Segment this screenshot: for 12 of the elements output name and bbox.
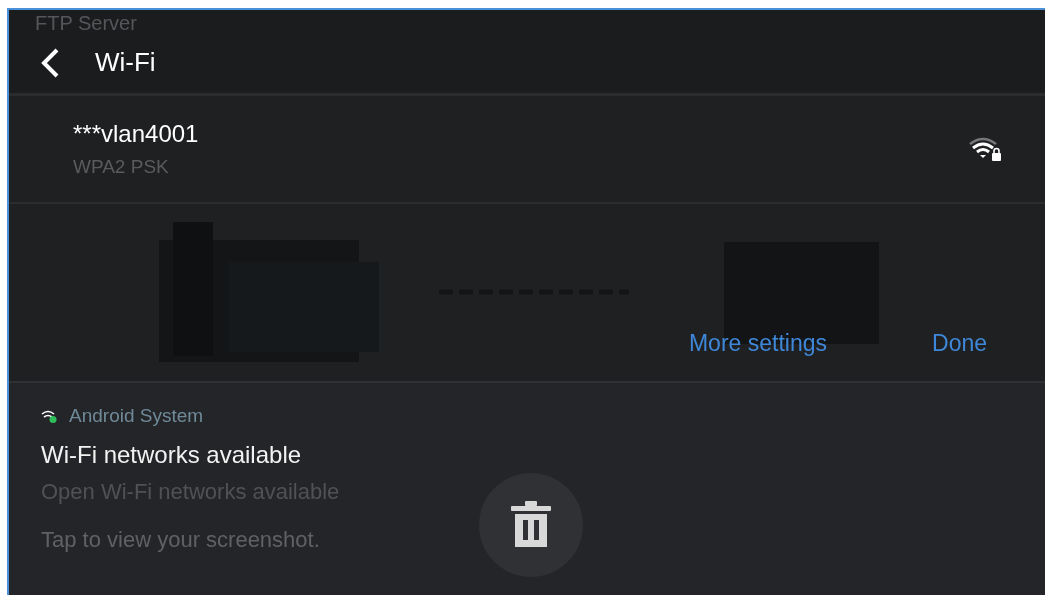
back-icon[interactable] (39, 46, 61, 79)
wifi-icon (41, 409, 57, 423)
app-name: Android System (69, 405, 204, 427)
action-link[interactable]: Done (932, 330, 987, 357)
background-title: FTP Server (35, 12, 137, 35)
notification-title: Wi-Fi networks available (41, 441, 303, 469)
network-name: ***vlan4001 (73, 120, 199, 148)
action-link[interactable]: More settings (688, 330, 827, 357)
network-security: WPA2 PSK (73, 156, 170, 178)
notification-hint: Tap to view your screenshot. (41, 527, 321, 553)
page-title: Wi-Fi (95, 47, 156, 78)
trash-icon (511, 501, 551, 549)
